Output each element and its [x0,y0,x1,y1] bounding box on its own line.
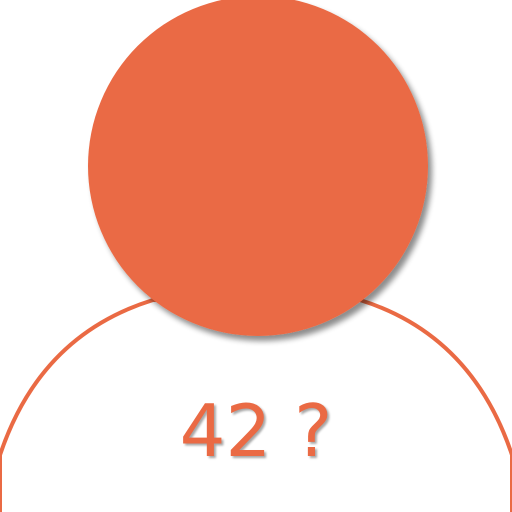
head-circle [88,0,428,336]
avatar-caption: 42 ? [179,389,333,473]
avatar-placeholder: 42 ? [0,0,512,512]
